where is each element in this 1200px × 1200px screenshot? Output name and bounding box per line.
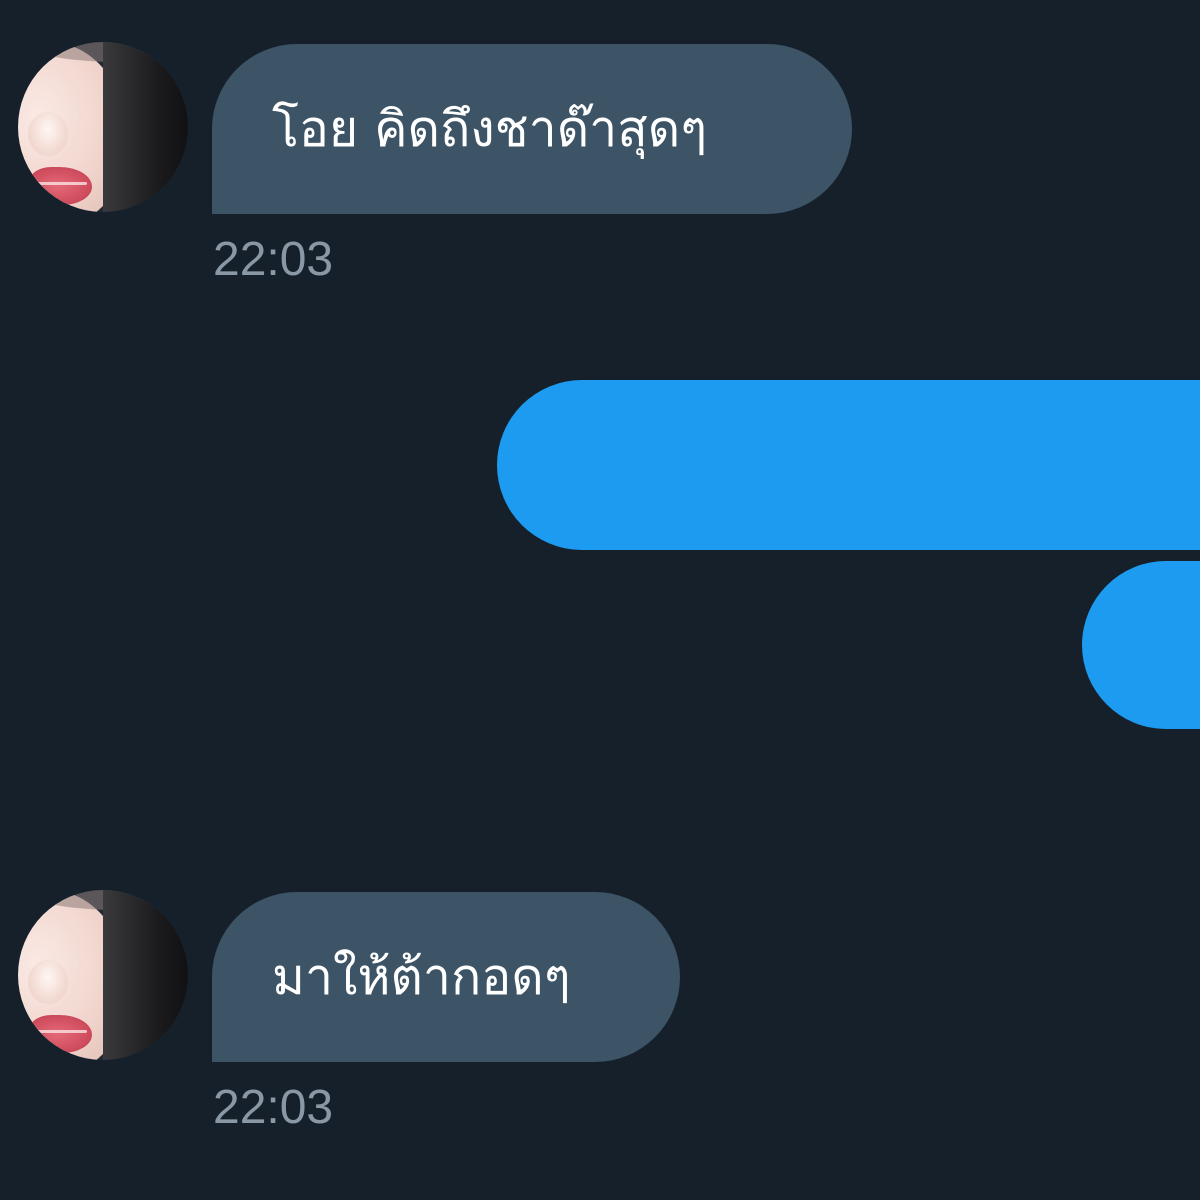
avatar-lip-line xyxy=(32,182,87,185)
incoming-message-bubble[interactable]: มาให้ต้ากอดๆ xyxy=(212,892,680,1062)
avatar-nose xyxy=(28,960,68,1004)
avatar-hair xyxy=(103,42,188,212)
message-timestamp: 22:03 xyxy=(213,1081,334,1134)
avatar-lips xyxy=(30,167,92,205)
outgoing-message-bubble[interactable] xyxy=(497,380,1200,550)
avatar[interactable] xyxy=(18,890,188,1060)
message-timestamp: 22:03 xyxy=(213,233,334,286)
avatar-lip-line xyxy=(32,1030,87,1033)
avatar-hair xyxy=(103,890,188,1060)
outgoing-message-bubble[interactable] xyxy=(1082,561,1200,729)
incoming-message-bubble[interactable]: โอย คิดถึงชาด๊าสุดๆ xyxy=(212,44,852,214)
avatar[interactable] xyxy=(18,42,188,212)
avatar-lips xyxy=(30,1015,92,1053)
avatar-nose xyxy=(28,112,68,156)
